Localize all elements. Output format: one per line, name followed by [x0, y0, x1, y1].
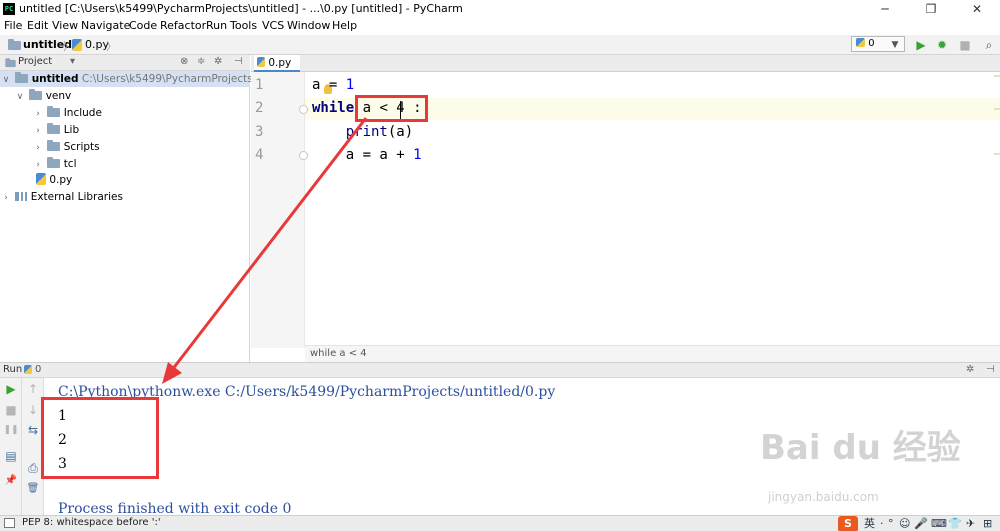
annotation-arrow-line — [170, 117, 368, 371]
annotation-arrow-head — [162, 362, 182, 384]
annotation-arrow — [162, 117, 368, 384]
